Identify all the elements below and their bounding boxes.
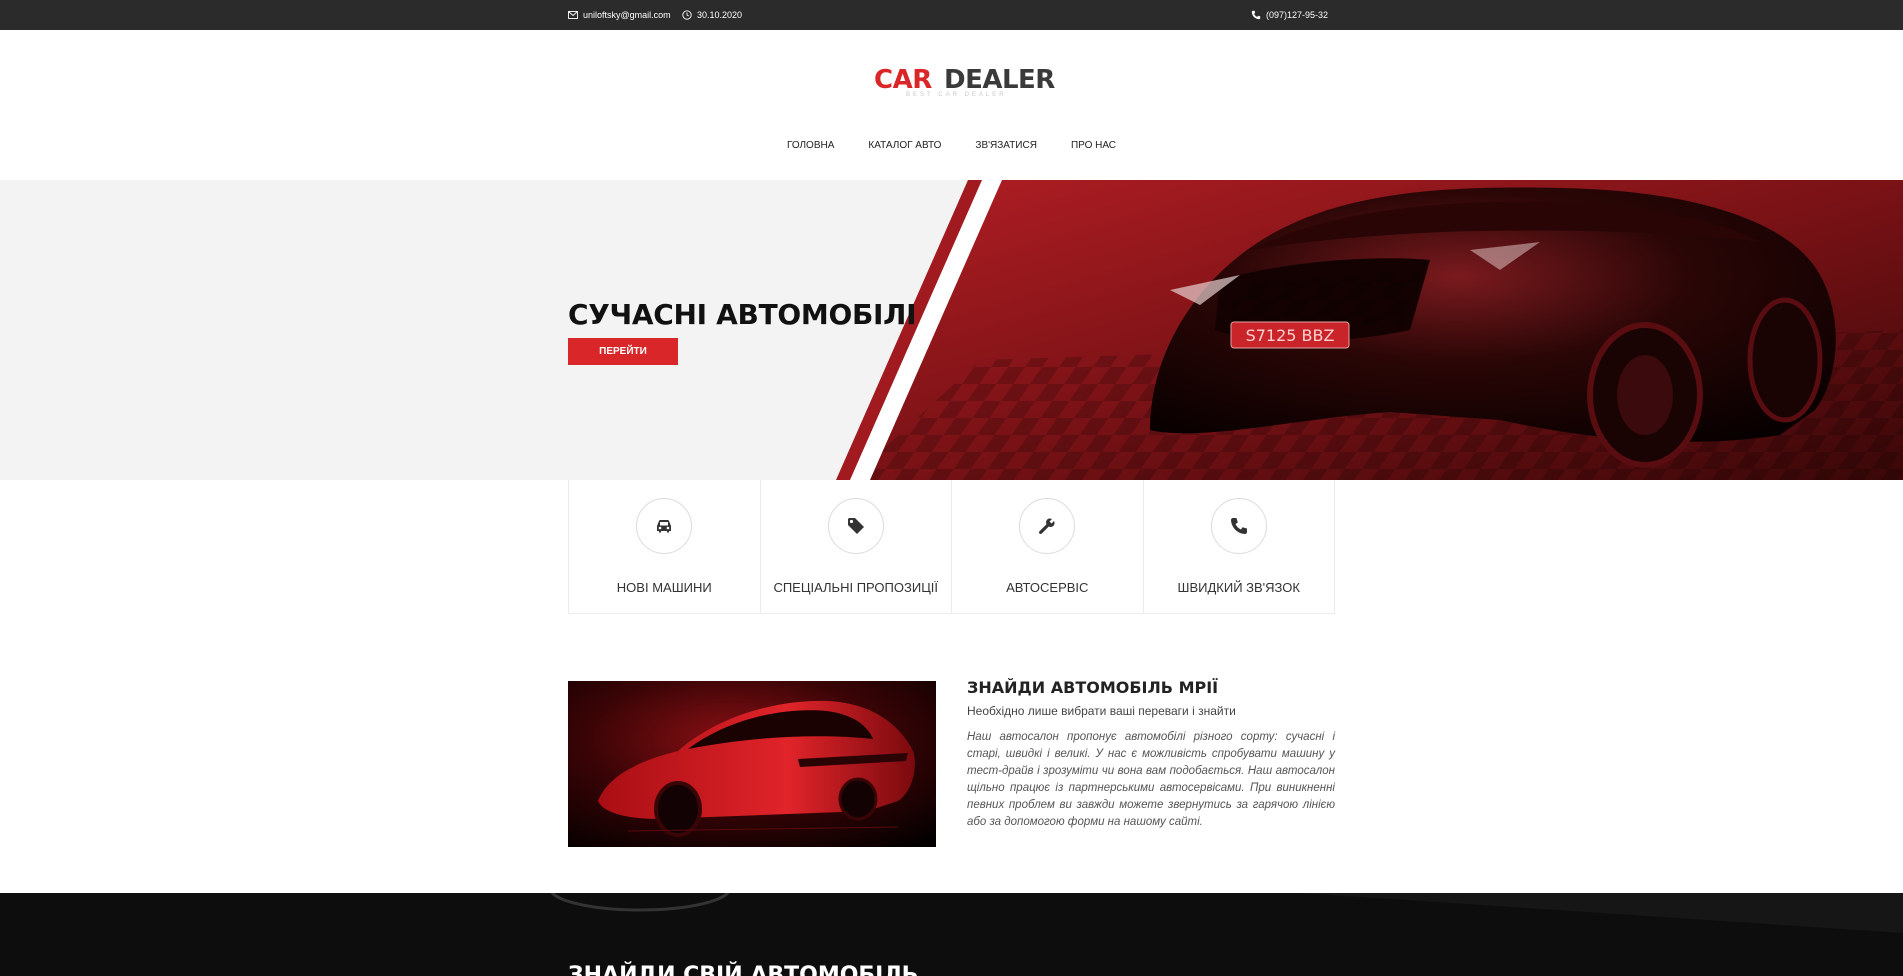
about-title: ЗНАЙДИ АВТОМОБІЛЬ МРІЇ bbox=[967, 678, 1219, 697]
phone-contact[interactable]: (097)127-95-32 bbox=[1251, 10, 1328, 20]
license-plate: S7125 BBZ bbox=[1246, 326, 1335, 345]
hero-slider: S7125 BBZ bbox=[0, 180, 1903, 480]
features-row: НОВІ МАШИНИ СПЕЦІАЛЬНІ ПРОПОЗИЦІЇ АВТОСЕ… bbox=[568, 480, 1335, 614]
date-info: 30.10.2020 bbox=[682, 10, 742, 20]
email-text: uniloftsky@gmail.com bbox=[583, 10, 671, 20]
feature-special-offers[interactable]: СПЕЦІАЛЬНІ ПРОПОЗИЦІЇ bbox=[761, 480, 952, 613]
logo-brand-first: CAR bbox=[874, 65, 932, 95]
hero-go-button[interactable]: ПЕРЕЙТИ bbox=[568, 338, 678, 365]
about-car-image bbox=[568, 681, 936, 847]
feature-auto-service[interactable]: АВТОСЕРВІС bbox=[952, 480, 1144, 613]
email-contact[interactable]: uniloftsky@gmail.com bbox=[568, 10, 671, 20]
dark-section: ЗНАЙДИ СВІЙ АВТОМОБІЛЬ bbox=[0, 893, 1903, 976]
site-logo[interactable]: CAR DEALER BEST CAR DEALER bbox=[874, 65, 1055, 102]
car-icon bbox=[657, 520, 672, 533]
nav-item-contact[interactable]: ЗВ'ЯЗАТИСЯ bbox=[975, 140, 1037, 151]
envelope-icon bbox=[568, 11, 578, 19]
about-text: Наш автосалон пропонує автомобілі різног… bbox=[967, 731, 1335, 828]
phone-text: (097)127-95-32 bbox=[1266, 10, 1329, 20]
feature-icon-circle bbox=[1019, 498, 1076, 554]
feature-new-cars[interactable]: НОВІ МАШИНИ bbox=[569, 480, 761, 613]
feature-quick-contact[interactable]: ШВИДКИЙ ЗВ'ЯЗОК bbox=[1144, 480, 1335, 613]
phone-icon bbox=[1251, 10, 1261, 20]
feature-label: СПЕЦІАЛЬНІ ПРОПОЗИЦІЇ bbox=[773, 580, 939, 595]
phone-icon bbox=[1230, 518, 1247, 534]
feature-icon-circle bbox=[636, 498, 693, 554]
logo-brand-second: DEALER bbox=[944, 65, 1055, 95]
clock-icon bbox=[682, 10, 692, 20]
nav-item-home[interactable]: ГОЛОВНА bbox=[787, 140, 834, 151]
top-bar: uniloftsky@gmail.com 30.10.2020 (097)127… bbox=[0, 0, 1903, 30]
nav-item-catalog[interactable]: КАТАЛОГ АВТО bbox=[868, 140, 941, 151]
about-subtitle: Необхідно лише вибрати ваші переваги і з… bbox=[967, 704, 1236, 718]
main-nav: ГОЛОВНА КАТАЛОГ АВТО ЗВ'ЯЗАТИСЯ ПРО НАС bbox=[0, 140, 1903, 151]
nav-item-about[interactable]: ПРО НАС bbox=[1071, 140, 1116, 151]
tag-icon bbox=[847, 518, 864, 534]
wrench-icon bbox=[1039, 518, 1055, 535]
hero-background: S7125 BBZ bbox=[836, 180, 1903, 480]
feature-icon-circle bbox=[827, 498, 884, 554]
feature-label: АВТОСЕРВІС bbox=[1006, 580, 1089, 595]
feature-icon-circle bbox=[1210, 498, 1267, 554]
feature-label: НОВІ МАШИНИ bbox=[616, 580, 712, 595]
dark-section-title: ЗНАЙДИ СВІЙ АВТОМОБІЛЬ bbox=[568, 963, 919, 976]
feature-label: ШВИДКИЙ ЗВ'ЯЗОК bbox=[1177, 580, 1300, 595]
date-text: 30.10.2020 bbox=[697, 10, 743, 20]
logo-tagline: BEST CAR DEALER bbox=[906, 92, 1007, 98]
hero-title: СУЧАСНІ АВТОМОБІЛІ bbox=[568, 298, 917, 331]
dark-section-background bbox=[550, 893, 1903, 933]
